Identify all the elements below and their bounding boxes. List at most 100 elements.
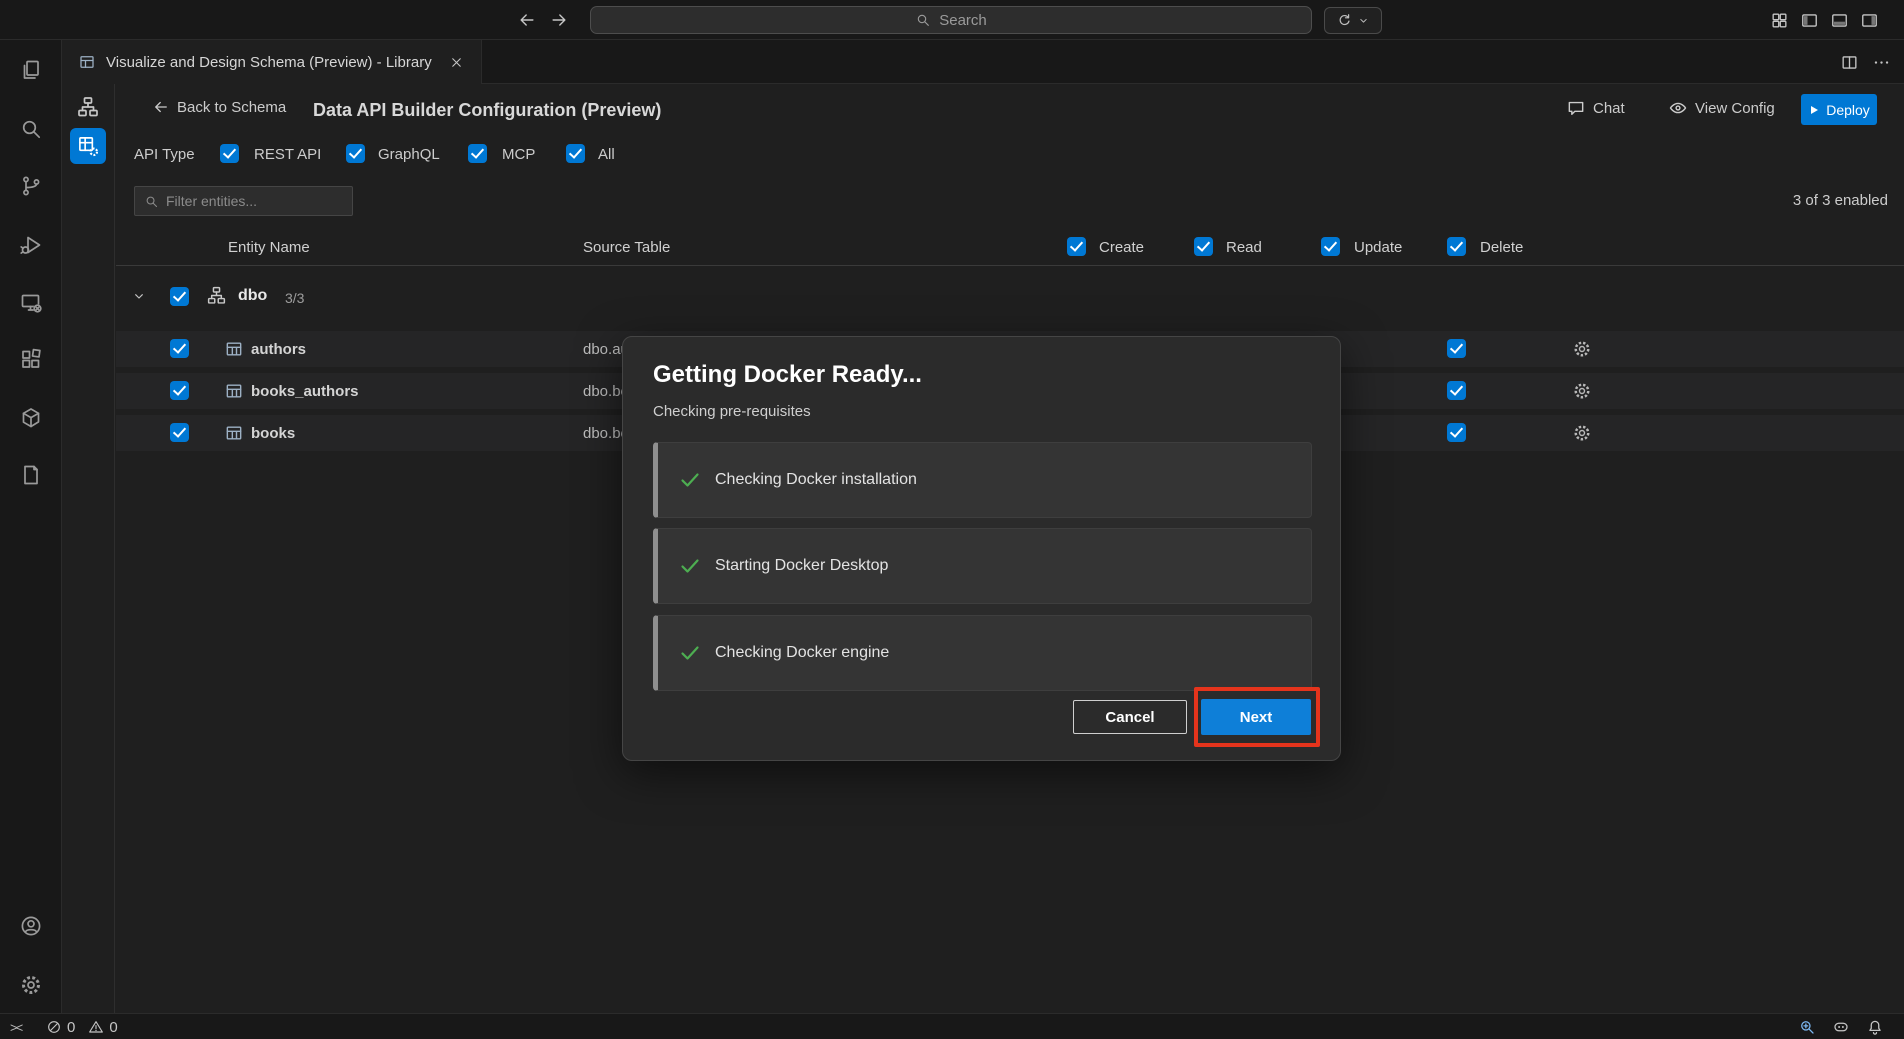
row-enabled-checkbox[interactable] [170,423,189,442]
account-icon [19,914,43,938]
row-settings-button[interactable] [1571,422,1593,444]
error-icon [46,1019,62,1035]
delete-checkbox[interactable] [1447,381,1466,400]
deploy-button[interactable]: Deploy [1801,94,1877,125]
accounts-activity-button[interactable] [17,912,45,940]
row-enabled-checkbox[interactable] [170,381,189,400]
schema-diagram-icon [206,285,227,306]
next-button[interactable]: Next [1201,699,1311,735]
database-projects-activity-button[interactable] [17,461,45,489]
search-icon [915,12,931,28]
copilot-icon [1832,1018,1850,1036]
run-debug-icon [19,233,43,257]
table-gear-icon [77,135,100,158]
layout-grid-button[interactable] [1768,9,1790,31]
step-docker-installation: Checking Docker installation [653,442,1312,518]
dab-config-tool-button[interactable] [70,128,106,164]
delete-checkbox[interactable] [1447,339,1466,358]
settings-activity-button[interactable] [17,971,45,999]
panel-bottom-icon [1830,11,1849,30]
chat-icon [1566,98,1586,118]
view-config-button[interactable]: View Config [1668,98,1775,118]
toggle-secondary-sidebar-button[interactable] [1858,9,1880,31]
entity-filter-input[interactable] [166,193,343,209]
problems-button[interactable]: 0 0 [46,1014,118,1039]
group-count: 3/3 [285,290,304,306]
step-docker-engine: Checking Docker engine [653,615,1312,691]
eye-icon [1668,98,1688,118]
search-icon [144,194,159,209]
table-icon [224,423,244,443]
all-checkbox[interactable] [566,144,585,163]
tab-close-button[interactable] [445,51,467,73]
delete-all-checkbox[interactable] [1447,237,1466,256]
graphql-label: GraphQL [378,146,440,163]
schema-designer-tool-button[interactable] [75,94,101,120]
copilot-status-button[interactable] [1832,1014,1850,1039]
search-placeholder: Search [939,12,987,29]
zoom-indicator-button[interactable] [1798,1014,1816,1039]
dialog-title: Getting Docker Ready... [653,361,922,389]
back-to-schema-link[interactable]: Back to Schema [152,98,286,116]
create-all-checkbox[interactable] [1067,237,1086,256]
history-back-button[interactable] [514,7,540,33]
chat-button[interactable]: Chat [1566,98,1625,118]
row-enabled-checkbox[interactable] [170,339,189,358]
dialog-subtitle: Checking pre-requisites [653,403,811,420]
delete-checkbox[interactable] [1447,423,1466,442]
group-dbo-checkbox[interactable] [170,287,189,306]
sql-server-activity-button[interactable] [17,289,45,317]
remote-icon: >< [10,1020,21,1035]
step-label: Checking Docker engine [715,644,889,662]
mcp-checkbox[interactable] [468,144,487,163]
check-icon [678,468,702,492]
cancel-button[interactable]: Cancel [1073,700,1187,734]
ellipsis-icon [1872,53,1891,72]
group-collapse-button[interactable] [128,285,150,307]
arrow-right-icon [549,10,569,30]
command-center-search[interactable]: Search [590,6,1312,34]
read-all-checkbox[interactable] [1194,237,1213,256]
source-control-activity-button[interactable] [17,172,45,200]
split-editor-button[interactable] [1838,51,1860,73]
gear-icon [1572,381,1592,401]
table-icon [224,339,244,359]
explorer-activity-button[interactable] [17,56,45,84]
arrow-left-icon [517,10,537,30]
session-dropdown-button[interactable] [1324,7,1382,34]
column-update: Update [1354,239,1402,256]
container-tools-activity-button[interactable] [17,404,45,432]
rest-api-checkbox[interactable] [220,144,239,163]
tab-visualize-schema[interactable]: Visualize and Design Schema (Preview) - … [62,40,482,84]
remote-indicator-button[interactable]: >< [10,1014,21,1039]
search-activity-button[interactable] [17,115,45,143]
loop-icon [1336,12,1353,29]
status-bar: >< 0 0 [0,1013,1904,1039]
column-delete: Delete [1480,239,1523,256]
extensions-icon [19,347,43,371]
toggle-sidebar-button[interactable] [1798,9,1820,31]
row-settings-button[interactable] [1571,380,1593,402]
database-projects-icon [19,463,43,487]
history-forward-button[interactable] [546,7,572,33]
package-cube-icon [19,406,43,430]
all-label: All [598,146,615,163]
editor-more-actions-button[interactable] [1870,51,1892,73]
search-icon [19,117,43,141]
table-header-divider [116,265,1904,266]
entity-name: authors [251,341,306,358]
server-disconnected-icon [19,291,43,315]
gear-icon [1572,423,1592,443]
page-title: Data API Builder Configuration (Preview) [313,100,661,121]
extensions-activity-button[interactable] [17,345,45,373]
gear-icon [19,973,43,997]
arrow-left-icon [152,98,170,116]
update-all-checkbox[interactable] [1321,237,1340,256]
notifications-button[interactable] [1866,1014,1884,1039]
view-config-label: View Config [1695,100,1775,117]
graphql-checkbox[interactable] [346,144,365,163]
row-settings-button[interactable] [1571,338,1593,360]
entity-name: books_authors [251,383,359,400]
run-debug-activity-button[interactable] [17,231,45,259]
toggle-panel-button[interactable] [1828,9,1850,31]
